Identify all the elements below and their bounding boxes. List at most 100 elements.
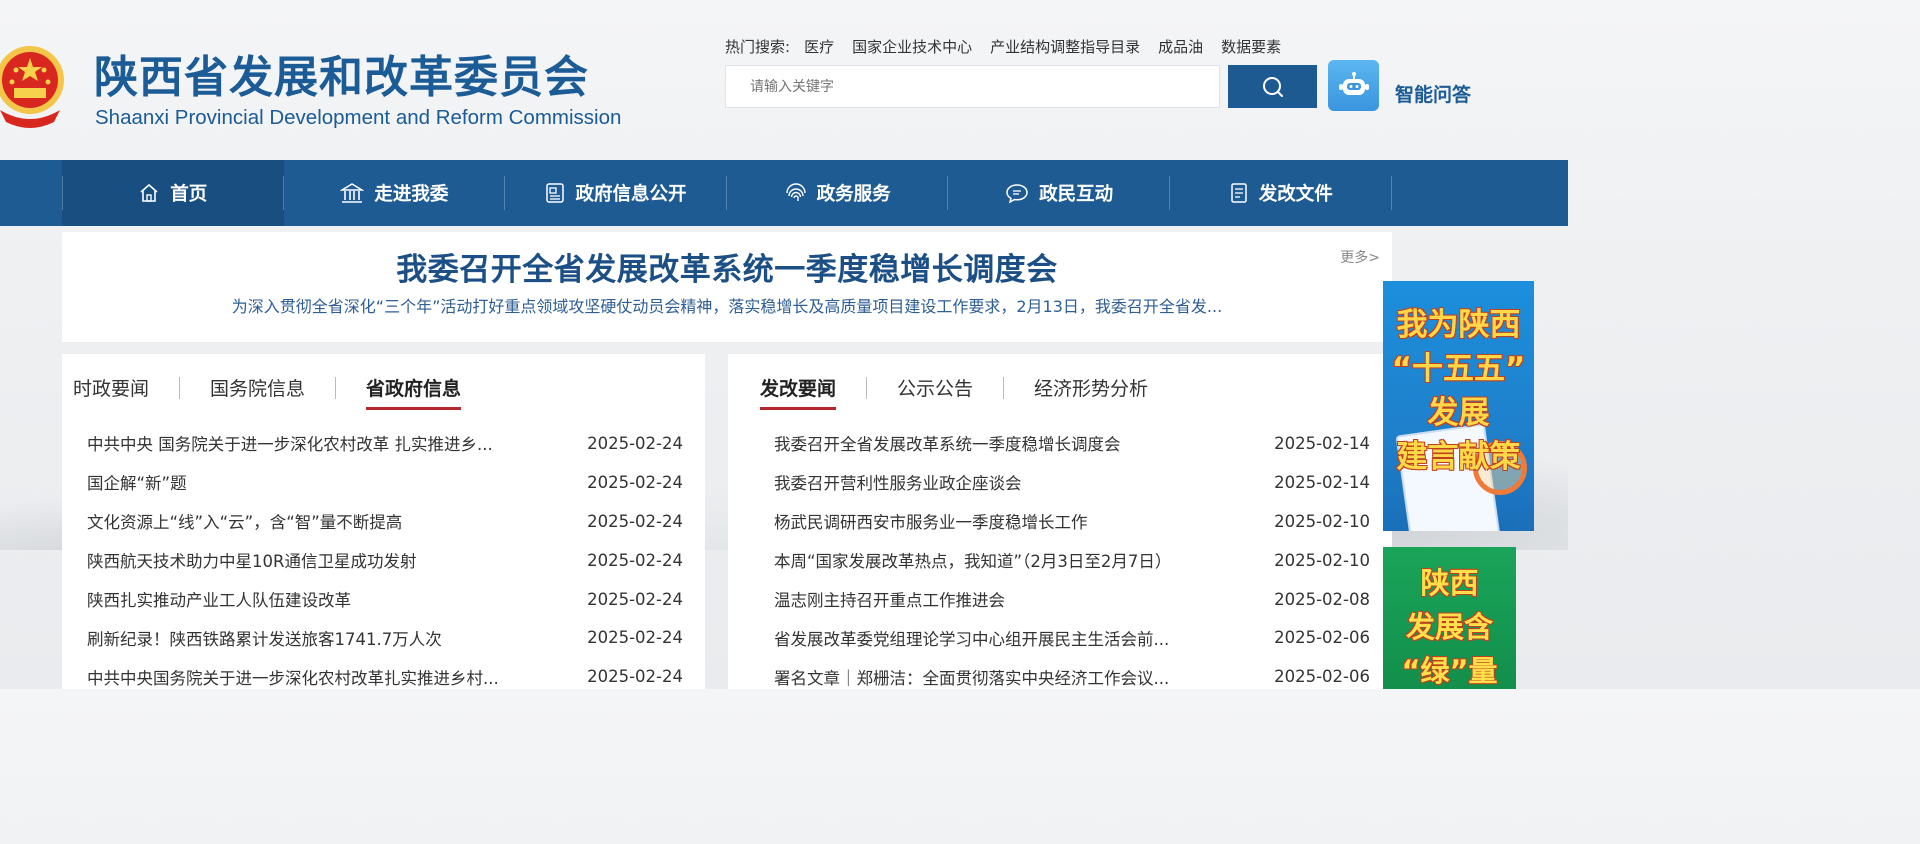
list-item: 省发展改革委党组理论学习中心组开展民主生活会前... 2025-02-06: [774, 618, 1370, 657]
news-date: 2025-02-06: [1274, 667, 1370, 687]
right-news-list: 我委召开全省发展改革系统一季度稳增长调度会 2025-02-14 我委召开营利性服…: [774, 424, 1370, 696]
site-title-cn[interactable]: 陕西省发展和改革委员会: [94, 50, 589, 106]
news-date: 2025-02-06: [1274, 628, 1370, 648]
banner-line: 发展: [1427, 395, 1490, 431]
hot-search-item[interactable]: 成品油: [1158, 36, 1203, 57]
news-date: 2025-02-08: [1274, 589, 1370, 609]
search-input[interactable]: [725, 65, 1220, 108]
news-title[interactable]: 温志刚主持召开重点工作推进会: [774, 587, 1005, 611]
news-date: 2025-02-14: [1274, 472, 1370, 492]
site-title-en: Shaanxi Provincial Development and Refor…: [95, 106, 622, 129]
suggestion-banner[interactable]: 我为陕西 “十五五” 发展 建言献策: [1383, 281, 1534, 531]
list-item: 本周“国家发展改革热点，我知道”（2月3日至2月7日） 2025-02-10: [774, 541, 1370, 580]
hot-search-item[interactable]: 国家企业技术中心: [852, 36, 972, 57]
news-title[interactable]: 我委召开全省发展改革系统一季度稳增长调度会: [774, 431, 1121, 455]
list-item: 我委召开营利性服务业政企座谈会 2025-02-14: [774, 463, 1370, 502]
list-item: 署名文章｜郑栅洁：全面贯彻落实中央经济工作会议... 2025-02-06: [774, 657, 1370, 696]
news-title[interactable]: 本周“国家发展改革热点，我知道”（2月3日至2月7日）: [774, 548, 1171, 572]
tab-current-affairs[interactable]: 时政要闻: [73, 374, 149, 407]
building-icon: [340, 182, 365, 204]
news-title[interactable]: 国企解“新”题: [87, 470, 187, 494]
news-date: 2025-02-14: [1274, 433, 1370, 453]
list-item: 刷新纪录！陕西铁路累计发送旅客1741.7万人次 2025-02-24: [87, 618, 683, 657]
hot-search-item[interactable]: 医疗: [804, 36, 834, 57]
home-icon: [138, 182, 160, 204]
left-tabs: 时政要闻 国务院信息 省政府信息: [73, 374, 462, 410]
smart-qa-link[interactable]: 智能问答: [1395, 80, 1471, 107]
hot-search-label: 热门搜索:: [725, 38, 791, 56]
search-button[interactable]: [1228, 65, 1317, 108]
list-item: 温志刚主持召开重点工作推进会 2025-02-08: [774, 580, 1370, 619]
news-title[interactable]: 省发展改革委党组理论学习中心组开展民主生活会前...: [774, 626, 1169, 650]
hot-search: 热门搜索: 医疗 国家企业技术中心 产业结构调整指导目录 成品油 数据要素: [725, 36, 1299, 57]
headline-title[interactable]: 我委召开全省发展改革系统一季度稳增长调度会: [62, 244, 1392, 289]
news-date: 2025-02-10: [1274, 550, 1370, 570]
nav-item-about[interactable]: 走进我委: [284, 160, 506, 226]
tab-divider: [179, 376, 181, 399]
tab-announcements[interactable]: 公示公告: [897, 374, 973, 407]
banner-line: 我为陕西: [1396, 307, 1521, 343]
banner-line: 发展含: [1405, 610, 1493, 644]
tab-divider: [866, 376, 868, 399]
robot-icon[interactable]: [1328, 60, 1379, 111]
tab-divider: [1003, 376, 1005, 399]
tab-divider: [335, 376, 337, 399]
banner-line: “十五五”: [1391, 351, 1526, 387]
news-title[interactable]: 陕西扎实推动产业工人队伍建设改革: [87, 587, 351, 611]
nav-label: 发改文件: [1258, 184, 1333, 205]
news-title[interactable]: 我委召开营利性服务业政企座谈会: [774, 470, 1022, 494]
nav-item-interaction[interactable]: 政民互动: [948, 160, 1170, 226]
info-icon: [545, 182, 565, 204]
banner-line: 建言献策: [1396, 439, 1521, 475]
headline-summary[interactable]: 为深入贯彻全省深化“三个年”活动打好重点领域攻坚硬仗动员会精神，落实稳增长及高质…: [62, 293, 1392, 317]
nav-item-home[interactable]: 首页: [62, 160, 284, 226]
news-title[interactable]: 署名文章｜郑栅洁：全面贯彻落实中央经济工作会议...: [774, 665, 1169, 689]
chat-icon: [1005, 182, 1029, 204]
nav-item-documents[interactable]: 发改文件: [1170, 160, 1392, 226]
news-date: 2025-02-24: [587, 667, 683, 687]
left-news-panel: 时政要闻 国务院信息 省政府信息 中共中央 国务院关于进一步深化农村改革 扎实推…: [62, 354, 705, 689]
news-title[interactable]: 文化资源上“线”入“云”，含“智”量不断提高: [87, 509, 402, 533]
fingerprint-icon: [785, 182, 807, 204]
nav-label: 首页: [170, 184, 208, 205]
right-news-panel: 发改要闻 公示公告 经济形势分析 我委召开全省发展改革系统一季度稳增长调度会 20…: [728, 354, 1392, 689]
list-item: 陕西扎实推动产业工人队伍建设改革 2025-02-24: [87, 580, 683, 619]
tab-drc-news[interactable]: 发改要闻: [760, 374, 837, 410]
document-icon: [1229, 182, 1249, 204]
news-title[interactable]: 中共中央国务院关于进一步深化农村改革扎实推进乡村...: [87, 665, 499, 689]
nav-label: 政务服务: [816, 184, 891, 205]
list-item: 杨武民调研西安市服务业一季度稳增长工作 2025-02-10: [774, 502, 1370, 541]
news-title[interactable]: 中共中央 国务院关于进一步深化农村改革 扎实推进乡...: [87, 431, 493, 455]
tab-economic-analysis[interactable]: 经济形势分析: [1034, 374, 1148, 407]
banner-line: 陕西: [1420, 566, 1479, 600]
list-item: 陕西航天技术助力中星10R通信卫星成功发射 2025-02-24: [87, 541, 683, 580]
banner-line: “绿”量: [1401, 654, 1498, 688]
nav-item-services[interactable]: 政务服务: [727, 160, 949, 226]
news-date: 2025-02-24: [587, 550, 683, 570]
search-icon: [1262, 76, 1283, 97]
news-date: 2025-02-24: [587, 433, 683, 453]
list-item: 中共中央国务院关于进一步深化农村改革扎实推进乡村... 2025-02-24: [87, 657, 683, 696]
right-tabs: 发改要闻 公示公告 经济形势分析: [760, 374, 1148, 410]
hot-search-item[interactable]: 产业结构调整指导目录: [990, 36, 1140, 57]
more-link[interactable]: 更多>: [1340, 247, 1380, 267]
nav-label: 政府信息公开: [575, 184, 687, 205]
nav-item-gov-info[interactable]: 政府信息公开: [505, 160, 727, 226]
national-emblem-icon: [0, 36, 68, 132]
hot-search-item[interactable]: 数据要素: [1221, 36, 1281, 57]
news-title[interactable]: 陕西航天技术助力中星10R通信卫星成功发射: [87, 548, 416, 572]
tab-state-council[interactable]: 国务院信息: [210, 374, 305, 407]
news-date: 2025-02-24: [587, 472, 683, 492]
news-title[interactable]: 刷新纪录！陕西铁路累计发送旅客1741.7万人次: [87, 626, 442, 650]
list-item: 我委召开全省发展改革系统一季度稳增长调度会 2025-02-14: [774, 424, 1370, 463]
site-header: 陕西省发展和改革委员会 Shaanxi Provincial Developme…: [0, 0, 1568, 160]
tab-provincial-gov[interactable]: 省政府信息: [366, 374, 462, 410]
green-development-banner[interactable]: 陕西 发展含 “绿”量: [1383, 547, 1516, 689]
list-item: 国企解“新”题 2025-02-24: [87, 463, 683, 502]
list-item: 中共中央 国务院关于进一步深化农村改革 扎实推进乡... 2025-02-24: [87, 424, 683, 463]
nav-label: 走进我委: [374, 184, 449, 205]
news-date: 2025-02-10: [1274, 511, 1370, 531]
news-title[interactable]: 杨武民调研西安市服务业一季度稳增长工作: [774, 509, 1088, 533]
nav-label: 政民互动: [1039, 184, 1114, 205]
news-date: 2025-02-24: [587, 589, 683, 609]
